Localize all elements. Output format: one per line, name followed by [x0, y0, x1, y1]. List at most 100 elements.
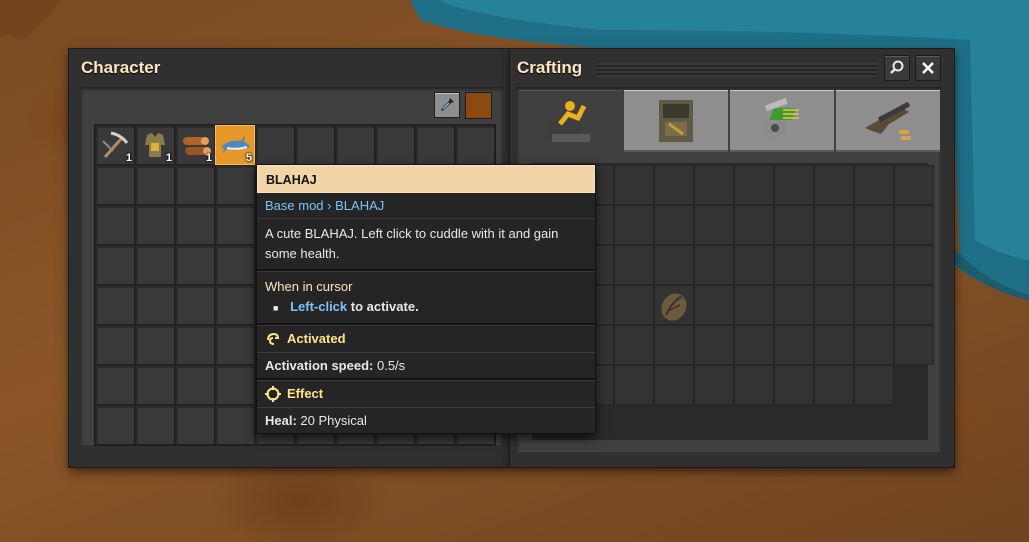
inventory-slot[interactable]: [215, 365, 255, 405]
recipe-slot[interactable]: [734, 165, 774, 205]
recipe-slot[interactable]: [614, 285, 654, 325]
inventory-slot[interactable]: [215, 285, 255, 325]
tab-production[interactable]: [624, 90, 728, 152]
recipe-slot[interactable]: [774, 205, 814, 245]
logistics-icon: [546, 101, 590, 142]
inventory-slot[interactable]: [215, 325, 255, 365]
recipe-slot[interactable]: [654, 245, 694, 285]
recipe-slot[interactable]: [694, 245, 734, 285]
recipe-slot[interactable]: [814, 205, 854, 245]
close-button[interactable]: [915, 55, 941, 81]
recipe-slot[interactable]: [614, 245, 654, 285]
inventory-slot[interactable]: [175, 365, 215, 405]
recipe-slot[interactable]: [734, 325, 774, 365]
inventory-slot[interactable]: [455, 125, 495, 165]
recipe-slot[interactable]: [654, 205, 694, 245]
inventory-slot[interactable]: [215, 405, 255, 445]
inventory-slot[interactable]: [295, 125, 335, 165]
recipe-slot[interactable]: [894, 245, 934, 285]
inventory-slot[interactable]: [215, 205, 255, 245]
recipe-slot[interactable]: [734, 245, 774, 285]
recipe-slot[interactable]: [814, 165, 854, 205]
recipe-slot[interactable]: [814, 245, 854, 285]
recipe-slot[interactable]: [854, 205, 894, 245]
recipe-slot[interactable]: [894, 205, 934, 245]
tab-combat[interactable]: [836, 90, 940, 152]
inventory-slot[interactable]: [175, 285, 215, 325]
inventory-slot[interactable]: [335, 125, 375, 165]
recipe-slot[interactable]: [814, 325, 854, 365]
recipe-slot[interactable]: [614, 165, 654, 205]
recipe-slot[interactable]: [654, 165, 694, 205]
inventory-slot[interactable]: [135, 325, 175, 365]
recipe-slot[interactable]: [774, 285, 814, 325]
inventory-slot[interactable]: [95, 165, 135, 205]
inventory-slot-armor[interactable]: 1: [135, 125, 175, 165]
inventory-slot[interactable]: [135, 205, 175, 245]
inventory-slot[interactable]: [135, 405, 175, 445]
recipe-slot[interactable]: [854, 165, 894, 205]
recipe-slot[interactable]: [894, 285, 934, 325]
inventory-slot-wood[interactable]: 1: [175, 125, 215, 165]
recipe-slot[interactable]: [694, 325, 734, 365]
recipe-slot[interactable]: [734, 365, 774, 405]
inventory-slot[interactable]: [375, 125, 415, 165]
recipe-slot[interactable]: [694, 365, 734, 405]
inventory-slot[interactable]: [175, 405, 215, 445]
recipe-slot[interactable]: [774, 245, 814, 285]
recipe-slot[interactable]: [694, 285, 734, 325]
inventory-slot[interactable]: [95, 325, 135, 365]
recipe-slot[interactable]: [894, 325, 934, 365]
inventory-slot[interactable]: [175, 325, 215, 365]
recipe-slot[interactable]: [654, 365, 694, 405]
inventory-slot[interactable]: [415, 125, 455, 165]
recipe-slot[interactable]: [854, 365, 894, 405]
recipe-slot[interactable]: [614, 205, 654, 245]
recipe-slot-stone-brick[interactable]: [654, 285, 694, 325]
inventory-slot[interactable]: [135, 165, 175, 205]
recipe-slot[interactable]: [894, 165, 934, 205]
inventory-slot[interactable]: [135, 245, 175, 285]
stone-icon: [661, 293, 687, 321]
inventory-slot[interactable]: [95, 405, 135, 445]
inventory-slot[interactable]: [175, 205, 215, 245]
title-drag-handle[interactable]: [596, 63, 878, 77]
tab-intermediate-products[interactable]: [730, 90, 834, 152]
color-picker-button[interactable]: [434, 92, 460, 118]
recipe-slot[interactable]: [854, 285, 894, 325]
recipe-slot[interactable]: [854, 325, 894, 365]
recipe-slot[interactable]: [614, 365, 654, 405]
inventory-slot[interactable]: [95, 365, 135, 405]
search-button[interactable]: [884, 55, 910, 81]
recipe-slot[interactable]: [694, 205, 734, 245]
recipe-slot[interactable]: [774, 365, 814, 405]
inventory-slot-pickaxe[interactable]: 1: [95, 125, 135, 165]
inventory-slot[interactable]: [215, 165, 255, 205]
inventory-slot[interactable]: [95, 285, 135, 325]
inventory-slot[interactable]: [175, 245, 215, 285]
color-swatch[interactable]: [465, 92, 492, 119]
inventory-slot-blahaj[interactable]: 5: [215, 125, 255, 165]
cursor-heading: When in cursor: [265, 279, 353, 294]
inventory-slot[interactable]: [255, 125, 295, 165]
inventory-slot[interactable]: [135, 285, 175, 325]
inventory-slot[interactable]: [95, 245, 135, 285]
recipe-slot[interactable]: [614, 325, 654, 365]
recipe-slot[interactable]: [774, 325, 814, 365]
tab-logistics[interactable]: [519, 90, 623, 152]
recipe-slot[interactable]: [734, 285, 774, 325]
inventory-slot[interactable]: [175, 165, 215, 205]
heal-label: Heal:: [265, 412, 297, 428]
recipe-slot[interactable]: [814, 365, 854, 405]
inventory-slot[interactable]: [215, 245, 255, 285]
inventory-slot[interactable]: [95, 205, 135, 245]
activation-icon: [267, 332, 280, 345]
recipe-slot[interactable]: [694, 165, 734, 205]
recipe-slot[interactable]: [854, 245, 894, 285]
recipe-slot[interactable]: [654, 325, 694, 365]
recipe-slot[interactable]: [814, 285, 854, 325]
recipe-slot[interactable]: [774, 165, 814, 205]
inventory-slot[interactable]: [135, 365, 175, 405]
item-count: 1: [165, 152, 172, 164]
recipe-slot[interactable]: [734, 205, 774, 245]
